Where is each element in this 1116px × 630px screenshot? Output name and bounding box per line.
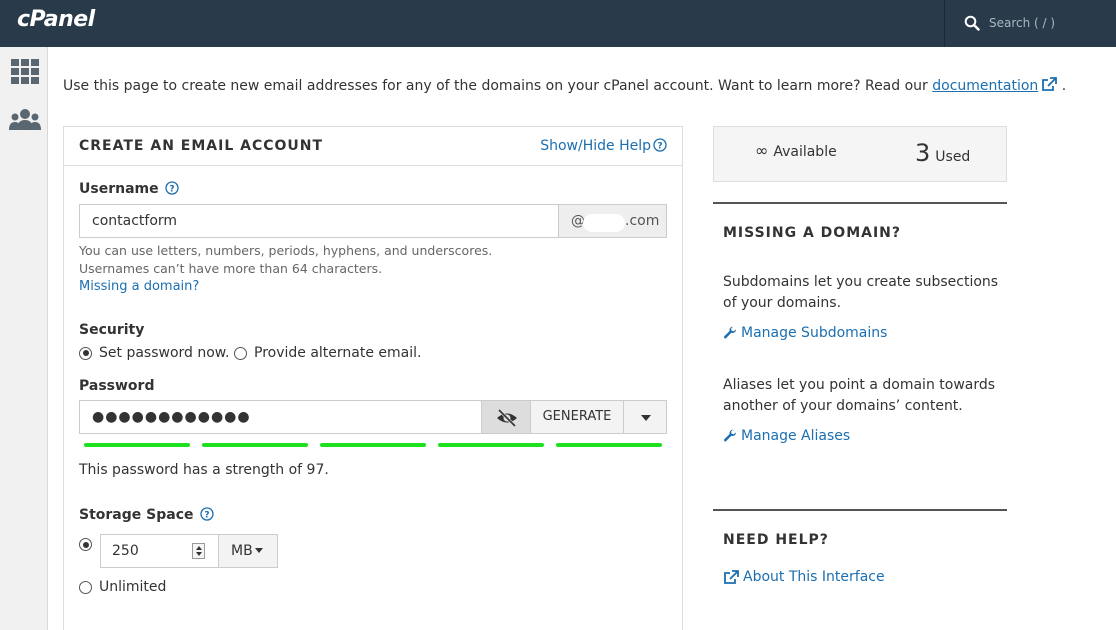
manage-subdomains-link[interactable]: Manage Subdomains xyxy=(723,325,887,341)
divider xyxy=(713,509,1007,511)
svg-text:?: ? xyxy=(170,185,175,195)
used-stat: 3 Used xyxy=(915,139,970,167)
wrench-icon xyxy=(723,326,736,339)
strength-segment xyxy=(438,443,544,447)
generate-password-button[interactable]: GENERATE xyxy=(530,400,624,434)
radio-set-password-label: Set password now. xyxy=(99,345,230,361)
storage-quota-field xyxy=(100,534,219,568)
available-label: Available xyxy=(773,144,837,160)
domain-suffix: .com xyxy=(625,213,660,229)
show-hide-help-label: Show/Hide Help xyxy=(540,138,651,154)
users-icon[interactable] xyxy=(8,105,42,135)
missing-domain-link[interactable]: Missing a domain? xyxy=(79,279,199,294)
caret-down-icon xyxy=(254,548,263,553)
storage-quota-input[interactable] xyxy=(101,535,189,567)
password-label: Password xyxy=(79,378,155,394)
intro-sentence: Use this page to create new email addres… xyxy=(63,78,933,94)
username-label-text: Username xyxy=(79,181,159,197)
username-label: Username ? xyxy=(79,181,180,197)
strength-segment xyxy=(202,443,308,447)
svg-text:?: ? xyxy=(205,511,210,521)
svg-text:?: ? xyxy=(657,142,662,152)
username-input[interactable] xyxy=(79,204,559,238)
password-input[interactable] xyxy=(79,400,482,434)
search-input[interactable] xyxy=(989,13,1107,33)
radio-alternate-email-control[interactable] xyxy=(234,346,247,360)
manage-subdomains-label: Manage Subdomains xyxy=(741,325,888,341)
cpanel-logo[interactable]: cPanel xyxy=(17,7,95,32)
storage-spinner[interactable] xyxy=(192,543,205,559)
storage-unit-label: MB xyxy=(231,543,253,559)
aliases-text: Aliases let you point a domain towards a… xyxy=(723,377,996,414)
missing-domain-heading: MISSING A DOMAIN? xyxy=(723,225,902,241)
search-icon xyxy=(964,15,980,31)
storage-label-text: Storage Space xyxy=(79,507,194,523)
storage-label: Storage Space ? xyxy=(79,507,215,523)
manage-aliases-link[interactable]: Manage Aliases xyxy=(723,428,850,444)
used-count: 3 xyxy=(915,139,931,167)
need-help-heading: NEED HELP? xyxy=(723,532,829,548)
help-circle-icon: ? xyxy=(653,138,667,152)
radio-storage-limited[interactable] xyxy=(79,538,92,551)
username-help-icon[interactable]: ? xyxy=(165,181,180,195)
radio-alternate-email[interactable]: Provide alternate email. xyxy=(234,345,421,361)
divider xyxy=(713,202,1007,204)
strength-segment xyxy=(556,443,662,447)
radio-storage-unlimited-label: Unlimited xyxy=(99,579,167,595)
radio-storage-unlimited-control[interactable] xyxy=(79,580,92,594)
wrench-icon xyxy=(723,429,736,442)
password-strength-text: This password has a strength of 97. xyxy=(79,462,329,478)
radio-storage-unlimited[interactable]: Unlimited xyxy=(79,579,166,595)
domain-addon[interactable]: @ .com xyxy=(558,204,667,238)
external-link-icon xyxy=(724,569,739,584)
used-label: Used xyxy=(935,149,971,165)
strength-segment xyxy=(320,443,426,447)
panel-header: CREATE AN EMAIL ACCOUNT Show/Hide Help? xyxy=(64,127,682,166)
storage-help-icon[interactable]: ? xyxy=(200,507,215,521)
search-area xyxy=(944,0,1116,47)
strength-segment xyxy=(84,443,190,447)
eye-slash-icon xyxy=(497,409,517,427)
radio-set-password[interactable]: Set password now. xyxy=(79,345,229,361)
intro-text: Use this page to create new email addres… xyxy=(63,77,1066,94)
show-hide-help-link[interactable]: Show/Hide Help? xyxy=(540,138,667,154)
manage-aliases-label: Manage Aliases xyxy=(741,428,851,444)
security-label: Security xyxy=(79,322,145,338)
storage-unit-dropdown[interactable]: MB xyxy=(218,534,278,568)
username-help-2: Usernames can’t have more than 64 charac… xyxy=(79,261,383,276)
generate-options-dropdown[interactable] xyxy=(623,400,667,434)
toggle-password-visibility-button[interactable] xyxy=(481,400,531,434)
panel-title: CREATE AN EMAIL ACCOUNT xyxy=(79,138,324,154)
available-stat: ∞ Available xyxy=(755,141,837,160)
username-help-1: You can use letters, numbers, periods, h… xyxy=(79,243,493,258)
radio-set-password-control[interactable] xyxy=(79,346,92,360)
redacted-domain xyxy=(583,214,625,232)
email-account-stats: ∞ Available 3 Used xyxy=(713,126,1007,182)
available-symbol: ∞ xyxy=(755,141,769,160)
top-bar: cPanel xyxy=(0,0,1116,47)
external-link-icon xyxy=(1042,77,1058,91)
documentation-link[interactable]: documentation xyxy=(932,78,1038,94)
radio-alternate-email-label: Provide alternate email. xyxy=(254,345,422,361)
intro-suffix: . xyxy=(1061,78,1067,94)
sidebar xyxy=(0,47,48,630)
about-interface-label: About This Interface xyxy=(743,569,885,585)
subdomains-text: Subdomains let you create subsections of… xyxy=(723,274,999,311)
about-interface-link[interactable]: About This Interface xyxy=(723,569,885,585)
grid-icon[interactable] xyxy=(8,57,42,87)
